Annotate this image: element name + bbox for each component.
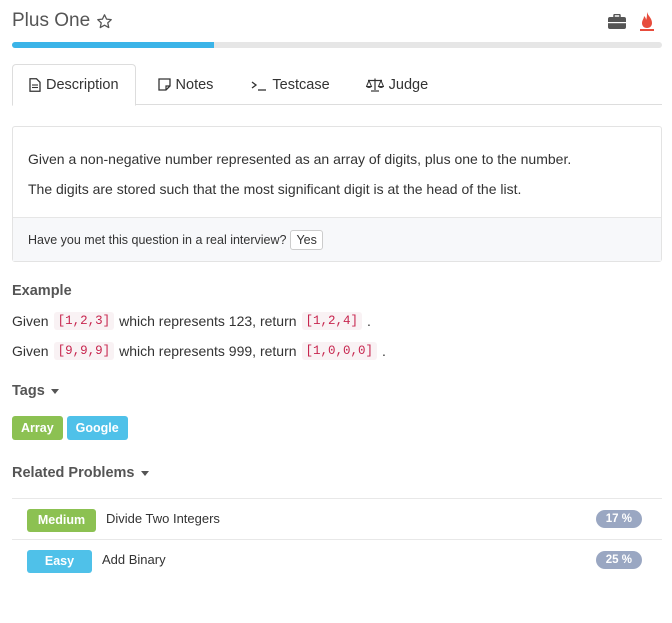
tab-testcase[interactable]: Testcase — [235, 64, 345, 105]
related-problems-list: Medium Divide Two Integers 17 % Easy Add… — [12, 498, 662, 580]
example-line: Given [9,9,9] which represents 999, retu… — [12, 342, 386, 360]
example-given: Given — [12, 343, 49, 359]
example-middle: which represents 999, return — [119, 343, 297, 359]
star-outline-icon[interactable] — [96, 13, 113, 30]
tab-notes[interactable]: Notes — [142, 64, 230, 105]
example-input: [9,9,9] — [53, 342, 115, 360]
acceptance-badge: 17 % — [595, 510, 642, 528]
tab-description-label: Description — [46, 77, 119, 93]
example-output: [1,2,4] — [301, 312, 363, 330]
tag-list: Array Google — [12, 416, 128, 440]
tags-heading-label: Tags — [12, 383, 45, 399]
problem-title: Plus One — [12, 10, 91, 31]
interview-question-bar: Have you met this question in a real int… — [13, 217, 661, 261]
example-output: [1,0,0,0] — [301, 342, 378, 360]
progress-bar — [12, 42, 662, 48]
example-heading: Example — [12, 283, 72, 299]
related-problem-row[interactable]: Medium Divide Two Integers 17 % — [12, 498, 662, 539]
related-problems-heading[interactable]: Related Problems — [12, 465, 149, 481]
chevron-down-icon[interactable] — [140, 470, 149, 476]
example-period: . — [367, 313, 371, 329]
related-problem-name[interactable]: Add Binary — [102, 552, 166, 567]
document-icon — [29, 78, 41, 92]
note-icon — [157, 78, 171, 91]
chevron-down-icon[interactable] — [50, 388, 59, 394]
related-problem-name[interactable]: Divide Two Integers — [106, 511, 220, 526]
scale-icon — [365, 78, 384, 92]
progress-fill — [12, 42, 214, 48]
interview-question-text: Have you met this question in a real int… — [28, 232, 287, 247]
tab-description[interactable]: Description — [12, 64, 136, 106]
tab-judge-label: Judge — [388, 76, 429, 93]
tab-judge[interactable]: Judge — [350, 64, 445, 105]
tag-google[interactable]: Google — [66, 416, 128, 440]
terminal-icon — [251, 79, 267, 91]
description-panel: Given a non-negative number represented … — [12, 126, 662, 262]
description-line: The digits are stored such that the most… — [28, 181, 522, 197]
related-problem-row[interactable]: Easy Add Binary 25 % — [12, 539, 662, 580]
difficulty-badge: Medium — [27, 509, 96, 532]
fire-icon[interactable] — [640, 12, 654, 31]
example-given: Given — [12, 313, 49, 329]
example-input: [1,2,3] — [53, 312, 115, 330]
description-text: Given a non-negative number represented … — [13, 127, 661, 204]
tab-bar: Description Notes Testcase Judge — [12, 64, 662, 106]
example-period: . — [382, 343, 386, 359]
tab-testcase-label: Testcase — [272, 76, 330, 93]
tag-array[interactable]: Array — [12, 416, 63, 440]
difficulty-badge: Easy — [27, 550, 92, 573]
problem-header: Plus One — [12, 10, 662, 40]
yes-button[interactable]: Yes — [290, 229, 323, 250]
example-line: Given [1,2,3] which represents 123, retu… — [12, 312, 371, 330]
example-middle: which represents 123, return — [119, 313, 297, 329]
description-line: Given a non-negative number represented … — [28, 151, 572, 167]
related-problems-label: Related Problems — [12, 465, 135, 481]
acceptance-badge: 25 % — [595, 551, 642, 569]
briefcase-icon[interactable] — [608, 14, 626, 29]
tags-heading[interactable]: Tags — [12, 383, 59, 399]
tab-notes-label: Notes — [175, 76, 214, 93]
